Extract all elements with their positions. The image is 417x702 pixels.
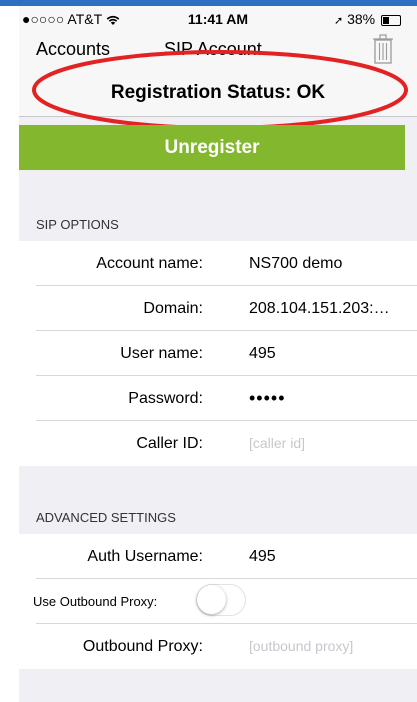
registration-status-text: Registration Status: OK bbox=[110, 82, 326, 103]
outbound-proxy-toggle[interactable] bbox=[196, 584, 246, 616]
user-name-label: User name: bbox=[120, 345, 203, 362]
password-value[interactable]: ••••• bbox=[249, 376, 286, 421]
advanced-settings-header: ADVANCED SETTINGS bbox=[36, 510, 176, 525]
caller-id-label: Caller ID: bbox=[136, 435, 203, 452]
unregister-button[interactable]: Unregister bbox=[19, 125, 405, 170]
caller-id-input[interactable]: [caller id] bbox=[249, 421, 305, 466]
battery-percent: 38% bbox=[347, 11, 376, 27]
toggle-knob bbox=[197, 585, 226, 614]
navigation-bar: Accounts SIP Account bbox=[19, 32, 417, 69]
nav-title: SIP Account bbox=[164, 39, 262, 59]
trash-icon[interactable] bbox=[372, 33, 394, 65]
auth-username-label: Auth Username: bbox=[87, 548, 203, 565]
domain-row[interactable]: Domain: 208.104.151.203:… bbox=[19, 286, 417, 331]
outbound-proxy-row[interactable]: Outbound Proxy: [outbound proxy] bbox=[19, 624, 417, 669]
user-name-value[interactable]: 495 bbox=[249, 331, 276, 376]
account-name-row[interactable]: Account name: NS700 demo bbox=[19, 241, 417, 286]
auth-username-value[interactable]: 495 bbox=[249, 534, 276, 579]
domain-value[interactable]: 208.104.151.203:… bbox=[249, 286, 390, 331]
caller-id-row[interactable]: Caller ID: [caller id] bbox=[19, 421, 417, 466]
use-outbound-proxy-row: Use Outbound Proxy: bbox=[19, 579, 417, 624]
battery-fill bbox=[383, 16, 390, 24]
location-arrow-icon: ➚ bbox=[333, 15, 344, 27]
password-row[interactable]: Password: ••••• bbox=[19, 376, 417, 421]
user-name-row[interactable]: User name: 495 bbox=[19, 331, 417, 376]
account-name-label: Account name: bbox=[96, 255, 203, 272]
sip-options-header: SIP OPTIONS bbox=[36, 217, 119, 232]
use-outbound-proxy-label: Use Outbound Proxy: bbox=[33, 594, 158, 609]
registration-status-row: Registration Status: OK bbox=[19, 68, 417, 117]
outbound-proxy-label: Outbound Proxy: bbox=[82, 638, 203, 655]
auth-username-row[interactable]: Auth Username: 495 bbox=[19, 534, 417, 579]
outbound-proxy-input[interactable]: [outbound proxy] bbox=[249, 624, 353, 669]
domain-label: Domain: bbox=[143, 300, 203, 317]
back-button[interactable]: Accounts bbox=[36, 39, 110, 60]
password-label: Password: bbox=[128, 390, 203, 407]
status-right: ➚ 38% bbox=[334, 11, 401, 27]
account-name-value[interactable]: NS700 demo bbox=[249, 241, 342, 286]
status-bar: ●○○○○ AT&T 11:41 AM ➚ 38% bbox=[19, 6, 417, 32]
battery-icon bbox=[381, 14, 401, 26]
